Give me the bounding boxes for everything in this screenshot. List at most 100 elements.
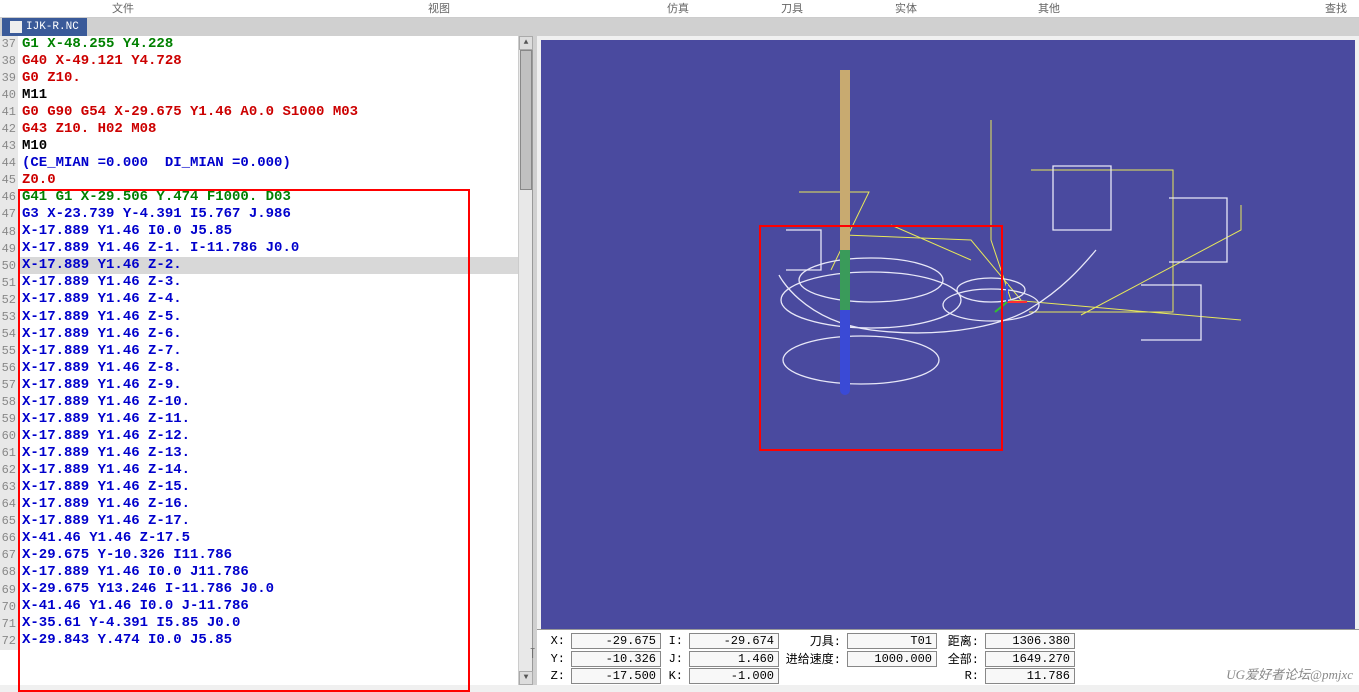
code-line[interactable]: X-17.889 Y1.46 Z-6. [18, 326, 518, 343]
line-number: 62 [0, 462, 16, 479]
line-number: 66 [0, 530, 16, 547]
scroll-thumb[interactable] [520, 50, 532, 190]
code-line[interactable]: X-17.889 Y1.46 Z-7. [18, 343, 518, 360]
code-line[interactable]: M11 [18, 87, 518, 104]
line-number: 40 [0, 87, 16, 104]
code-line[interactable]: X-17.889 Y1.46 I0.0 J11.786 [18, 564, 518, 581]
menu-other[interactable]: 其他 [1038, 0, 1060, 16]
line-number: 47 [0, 206, 16, 223]
scrollbar-vertical[interactable]: ▲ ▼ [518, 36, 532, 685]
code-line[interactable]: X-17.889 Y1.46 Z-12. [18, 428, 518, 445]
scroll-down-icon[interactable]: ▼ [519, 671, 533, 685]
code-line[interactable]: (CE_MIAN =0.000 DI_MIAN =0.000) [18, 155, 518, 172]
code-line[interactable]: G1 X-48.255 Y4.228 [18, 36, 518, 53]
file-icon [10, 21, 22, 33]
tool-shank [840, 70, 850, 250]
code-line[interactable]: G40 X-49.121 Y4.728 [18, 53, 518, 70]
watermark: UG爱好者论坛@pmjxc [1226, 664, 1353, 683]
tabs-row: IJK-R.NC [0, 18, 1359, 36]
line-number: 69 [0, 582, 16, 599]
code-line[interactable]: G43 Z10. H02 M08 [18, 121, 518, 138]
line-number: 41 [0, 104, 16, 121]
val-r: 11.786 [985, 668, 1075, 684]
lbl-j: J: [665, 652, 685, 666]
code-line[interactable]: X-41.46 Y1.46 I0.0 J-11.786 [18, 598, 518, 615]
code-lines[interactable]: G1 X-48.255 Y4.228G40 X-49.121 Y4.728G0 … [18, 36, 518, 649]
code-line[interactable]: G41 G1 X-29.506 Y.474 F1000. D03 [18, 189, 518, 206]
lbl-all: 全部: [941, 650, 981, 667]
lbl-i: I: [665, 634, 685, 648]
val-k: -1.000 [689, 668, 779, 684]
code-line[interactable]: X-29.675 Y13.246 I-11.786 J0.0 [18, 581, 518, 598]
line-number: 53 [0, 309, 16, 326]
val-z: -17.500 [571, 668, 661, 684]
scroll-up-icon[interactable]: ▲ [519, 36, 533, 50]
code-line[interactable]: X-17.889 Y1.46 Z-3. [18, 274, 518, 291]
code-line[interactable]: X-29.675 Y-10.326 I11.786 [18, 547, 518, 564]
line-number: 44 [0, 155, 16, 172]
line-number: 72 [0, 633, 16, 650]
line-number: 63 [0, 479, 16, 496]
code-line[interactable]: M10 [18, 138, 518, 155]
file-tab[interactable]: IJK-R.NC [2, 18, 87, 36]
lbl-z: Z: [547, 669, 567, 683]
tool-cutter [840, 310, 850, 390]
tool-icon: ⊺ [529, 646, 536, 663]
menu-sim[interactable]: 仿真 [667, 0, 689, 16]
code-line[interactable]: X-17.889 Y1.46 Z-1. I-11.786 J0.0 [18, 240, 518, 257]
line-number: 42 [0, 121, 16, 138]
code-line[interactable]: G0 G90 G54 X-29.675 Y1.46 A0.0 S1000 M03 [18, 104, 518, 121]
menu-solid[interactable]: 实体 [895, 0, 917, 16]
code-line[interactable]: Z0.0 [18, 172, 518, 189]
code-line[interactable]: X-17.889 Y1.46 Z-10. [18, 394, 518, 411]
line-number: 51 [0, 275, 16, 292]
line-number: 60 [0, 428, 16, 445]
code-line[interactable]: X-17.889 Y1.46 Z-2. [18, 257, 518, 274]
code-line[interactable]: X-17.889 Y1.46 Z-16. [18, 496, 518, 513]
line-number: 54 [0, 326, 16, 343]
code-line[interactable]: G0 Z10. [18, 70, 518, 87]
code-line[interactable]: X-17.889 Y1.46 Z-17. [18, 513, 518, 530]
val-feed: 1000.000 [847, 651, 937, 667]
menu-tool[interactable]: 刀具 [781, 0, 803, 16]
code-line[interactable]: X-17.889 Y1.46 Z-9. [18, 377, 518, 394]
code-line[interactable]: X-17.889 Y1.46 Z-4. [18, 291, 518, 308]
line-number: 50 [0, 258, 16, 275]
line-number: 58 [0, 394, 16, 411]
line-number: 68 [0, 564, 16, 581]
val-j: 1.460 [689, 651, 779, 667]
code-line[interactable]: X-17.889 Y1.46 Z-11. [18, 411, 518, 428]
code-line[interactable]: X-35.61 Y-4.391 I5.85 J0.0 [18, 615, 518, 632]
line-number: 67 [0, 547, 16, 564]
line-number: 56 [0, 360, 16, 377]
menu-view[interactable]: 视图 [428, 0, 450, 16]
val-dist: 1306.380 [985, 633, 1075, 649]
code-line[interactable]: X-17.889 Y1.46 I0.0 J5.85 [18, 223, 518, 240]
line-number: 45 [0, 172, 16, 189]
line-number: 61 [0, 445, 16, 462]
code-line[interactable]: X-17.889 Y1.46 Z-14. [18, 462, 518, 479]
line-number: 64 [0, 496, 16, 513]
line-number: 37 [0, 36, 16, 53]
code-line[interactable]: X-17.889 Y1.46 Z-15. [18, 479, 518, 496]
menubar: 文件 视图 仿真 刀具 实体 其他 查找 [0, 0, 1359, 18]
tool-holder [840, 250, 850, 310]
menu-find[interactable]: 查找 [1325, 0, 1347, 16]
code-line[interactable]: X-17.889 Y1.46 Z-5. [18, 309, 518, 326]
lbl-feed: 进给速度: [783, 650, 843, 667]
line-number: 49 [0, 241, 16, 258]
code-line[interactable]: X-41.46 Y1.46 Z-17.5 [18, 530, 518, 547]
val-i: -29.674 [689, 633, 779, 649]
viewport-3d[interactable] [541, 40, 1355, 629]
lbl-tool: 刀具: [783, 632, 843, 649]
line-number: 48 [0, 224, 16, 241]
code-line[interactable]: X-17.889 Y1.46 Z-8. [18, 360, 518, 377]
code-line[interactable]: X-29.843 Y.474 I0.0 J5.85 [18, 632, 518, 649]
menu-file[interactable]: 文件 [112, 0, 134, 16]
lbl-x: X: [547, 634, 567, 648]
code-line[interactable]: X-17.889 Y1.46 Z-13. [18, 445, 518, 462]
line-number: 59 [0, 411, 16, 428]
code-line[interactable]: G3 X-23.739 Y-4.391 I5.767 J.986 [18, 206, 518, 223]
line-number: 70 [0, 599, 16, 616]
line-number: 55 [0, 343, 16, 360]
